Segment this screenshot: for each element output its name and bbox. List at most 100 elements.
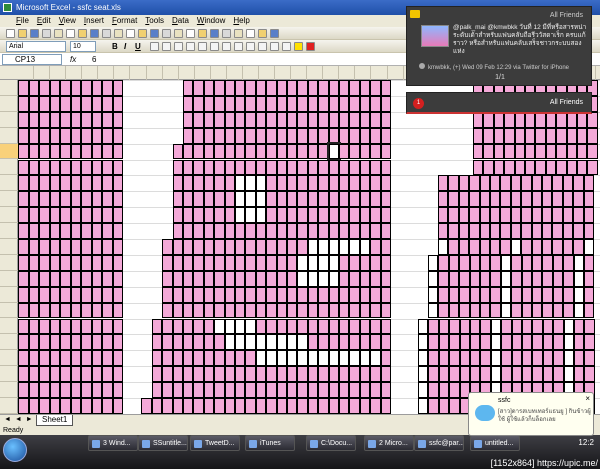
row-header[interactable] (0, 96, 18, 112)
seat-cell[interactable] (102, 80, 113, 96)
seat-cell[interactable] (531, 175, 542, 192)
seat-cell[interactable] (102, 223, 113, 239)
seat-cell[interactable] (112, 254, 123, 271)
seat-cell[interactable] (532, 318, 543, 335)
seat-cell[interactable] (428, 302, 439, 319)
seat-cell[interactable] (587, 159, 598, 176)
seat-cell[interactable] (162, 254, 173, 271)
seat-cell[interactable] (18, 80, 29, 96)
seat-cell[interactable] (102, 111, 113, 128)
seat-cell[interactable] (203, 223, 215, 239)
seat-cell[interactable] (203, 366, 215, 383)
seat-cell[interactable] (438, 175, 449, 192)
seat-cell[interactable] (542, 270, 553, 287)
seat-cell[interactable] (563, 270, 574, 287)
seat-cell[interactable] (574, 350, 585, 367)
seat-cell[interactable] (428, 254, 439, 271)
seat-cell[interactable] (235, 80, 246, 96)
seat-cell[interactable] (255, 334, 267, 351)
seat-cell[interactable] (380, 223, 391, 239)
seat-cell[interactable] (235, 239, 246, 255)
seat-cell[interactable] (328, 95, 339, 112)
seat-cell[interactable] (349, 286, 360, 303)
seat-cell[interactable] (39, 286, 50, 303)
seat-cell[interactable] (70, 382, 81, 398)
seat-cell[interactable] (214, 302, 225, 319)
seat-cell[interactable] (370, 350, 381, 367)
seat-cell[interactable] (480, 254, 491, 271)
seat-cell[interactable] (193, 366, 204, 383)
seat-cell[interactable] (349, 382, 360, 398)
seat-cell[interactable] (102, 382, 113, 398)
seat-cell[interactable] (339, 350, 350, 367)
seat-cell[interactable] (370, 143, 381, 160)
seat-cell[interactable] (224, 382, 235, 398)
seat-cell[interactable] (318, 254, 329, 271)
close-icon[interactable]: × (585, 394, 590, 403)
menu-insert[interactable]: Insert (84, 15, 104, 27)
save-icon[interactable] (30, 29, 39, 38)
seat-cell[interactable] (552, 223, 563, 239)
seat-cell[interactable] (511, 318, 522, 335)
seat-cell[interactable] (428, 270, 439, 287)
email-icon[interactable] (54, 29, 63, 38)
column-header[interactable] (227, 66, 243, 80)
seat-cell[interactable] (39, 207, 50, 224)
seat-cell[interactable] (307, 143, 319, 160)
seat-cell[interactable] (255, 382, 267, 398)
seat-cell[interactable] (370, 239, 381, 255)
seat-cell[interactable] (162, 366, 173, 383)
seat-cell[interactable] (255, 159, 267, 176)
seat-cell[interactable] (203, 159, 215, 176)
seat-cell[interactable] (276, 111, 287, 128)
seat-cell[interactable] (214, 286, 225, 303)
seat-cell[interactable] (553, 334, 564, 351)
underline-button[interactable]: U (135, 41, 141, 52)
seat-cell[interactable] (70, 80, 81, 96)
seat-cell[interactable] (276, 350, 287, 367)
seat-cell[interactable] (287, 95, 298, 112)
seat-cell[interactable] (545, 143, 557, 160)
seat-cell[interactable] (235, 286, 246, 303)
seat-cell[interactable] (380, 382, 391, 398)
seat-cell[interactable] (162, 334, 173, 351)
seat-cell[interactable] (522, 350, 533, 367)
column-header[interactable] (34, 66, 51, 80)
seat-cell[interactable] (380, 270, 391, 287)
seat-cell[interactable] (91, 111, 102, 128)
seat-cell[interactable] (318, 334, 329, 351)
seat-cell[interactable] (318, 111, 329, 128)
format-painter-icon[interactable] (150, 29, 159, 38)
seat-cell[interactable] (473, 143, 484, 160)
seat-cell[interactable] (276, 286, 287, 303)
seat-cell[interactable] (70, 398, 81, 414)
seat-cell[interactable] (70, 207, 81, 224)
seat-cell[interactable] (193, 207, 204, 224)
seat-cell[interactable] (183, 398, 194, 414)
seat-cell[interactable] (328, 127, 339, 144)
seat-cell[interactable] (245, 207, 256, 224)
seat-cell[interactable] (504, 143, 515, 160)
seat-cell[interactable] (81, 159, 92, 176)
seat-cell[interactable] (39, 159, 50, 176)
seat-cell[interactable] (28, 95, 39, 112)
seat-cell[interactable] (39, 143, 50, 160)
seat-cell[interactable] (60, 270, 71, 287)
seat-cell[interactable] (60, 350, 71, 367)
seat-cell[interactable] (577, 127, 588, 144)
seat-cell[interactable] (297, 318, 308, 335)
seat-cell[interactable] (532, 366, 543, 383)
seat-cell[interactable] (577, 159, 588, 176)
seat-cell[interactable] (91, 318, 102, 335)
seat-cell[interactable] (39, 175, 50, 192)
zoom-icon[interactable] (258, 29, 267, 38)
seat-cell[interactable] (81, 398, 92, 414)
seat-cell[interactable] (535, 159, 546, 176)
seat-cell[interactable] (91, 191, 102, 208)
seat-cell[interactable] (245, 239, 256, 255)
seat-cell[interactable] (91, 254, 102, 271)
seat-cell[interactable] (511, 334, 522, 351)
seat-cell[interactable] (245, 270, 256, 287)
seat-cell[interactable] (266, 191, 277, 208)
seat-cell[interactable] (307, 318, 319, 335)
